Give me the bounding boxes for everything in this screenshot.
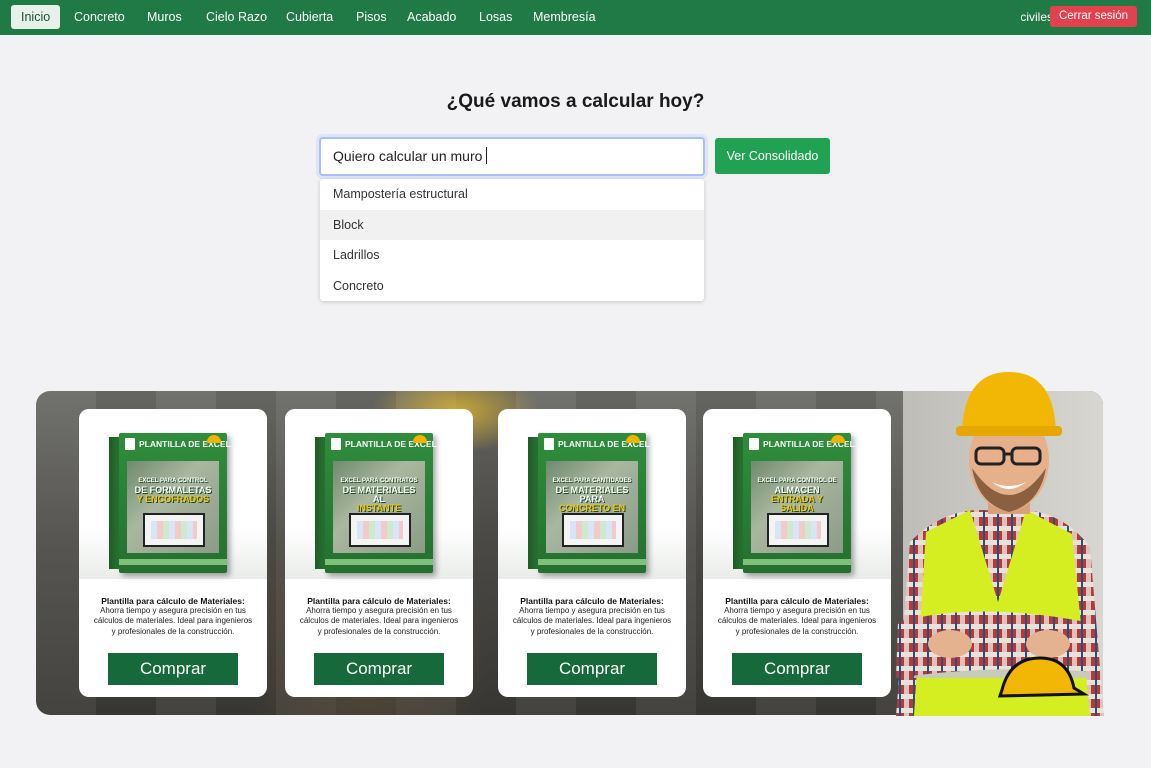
hardhat-icon	[626, 435, 640, 443]
product-box-line3: Y ENCOFRADOS	[136, 494, 210, 504]
card-description: Ahorra tiempo y asegura precisión en tus…	[299, 606, 459, 636]
product-box: PLANTILLA DE EXCEL EXCEL PARA CANTIDADES…	[538, 433, 650, 573]
product-box: PLANTILLA DE EXCEL EXCEL PARA CONTRATOS …	[325, 433, 437, 573]
nav-pisos[interactable]: Pisos	[346, 5, 397, 29]
construction-worker-image	[896, 372, 1104, 716]
text-caret	[486, 147, 488, 164]
card-description: Ahorra tiempo y asegura precisión en tus…	[93, 606, 253, 636]
card-title: Plantilla para cálculo de Materiales:	[520, 596, 664, 606]
product-box-headline: EXCEL PARA CONTRATOS DE MATERIALES AL IN…	[339, 477, 419, 513]
laptop-icon	[143, 513, 205, 547]
product-box-headline: EXCEL PARA CONTROL DE ALMACEN ENTRADA Y …	[757, 477, 837, 513]
nav-cielo-razo[interactable]: Cielo Razo	[196, 5, 277, 29]
product-box-line3: INSTANTE	[356, 503, 402, 513]
product-card: PLANTILLA DE EXCEL EXCEL PARA CONTRATOS …	[285, 409, 473, 697]
hardhat-icon	[831, 435, 845, 443]
hardhat-icon	[207, 435, 221, 443]
suggestion-item[interactable]: Mampostería estructural	[320, 179, 704, 210]
product-card: PLANTILLA DE EXCEL EXCEL PARA CONTROL DE…	[703, 409, 891, 697]
nav-acabado[interactable]: Acabado	[397, 5, 466, 29]
product-box-line2: DE MATERIALES AL	[342, 485, 416, 504]
nav-inicio[interactable]: Inicio	[11, 5, 61, 29]
product-image: PLANTILLA DE EXCEL EXCEL PARA CONTROL DE…	[703, 409, 891, 579]
nav-cubierta[interactable]: Cubierta	[276, 5, 343, 29]
card-description: Ahorra tiempo y asegura precisión en tus…	[512, 606, 672, 636]
buy-button[interactable]: Comprar	[527, 653, 657, 685]
product-box-stripe	[743, 559, 851, 565]
suggestion-item[interactable]: Concreto	[320, 271, 704, 302]
ver-consolidado-button[interactable]: Ver Consolidado	[715, 138, 830, 174]
nav-membresia[interactable]: Membresía	[523, 5, 606, 29]
search-input-value: Quiero calcular un muro	[333, 148, 483, 164]
product-box-stripe	[538, 559, 646, 565]
nav-concreto[interactable]: Concreto	[64, 5, 135, 29]
suggestions-dropdown: Mampostería estructural Block Ladrillos …	[320, 179, 704, 301]
username-label: civiles	[1020, 10, 1053, 24]
buy-button[interactable]: Comprar	[732, 653, 862, 685]
search-input[interactable]: Quiero calcular un muro	[319, 137, 705, 176]
excel-file-icon	[544, 438, 554, 450]
product-image: PLANTILLA DE EXCEL EXCEL PARA CONTRATOS …	[285, 409, 473, 579]
laptop-icon	[562, 513, 624, 547]
product-box: PLANTILLA DE EXCEL EXCEL PARA CONTROL DE…	[743, 433, 855, 573]
page-title: ¿Qué vamos a calcular hoy?	[446, 91, 705, 112]
product-card: PLANTILLA DE EXCEL EXCEL PARA CONTROL DE…	[79, 409, 267, 697]
nav-losas[interactable]: Losas	[469, 5, 522, 29]
laptop-icon	[767, 513, 829, 547]
product-box-stripe	[119, 559, 227, 565]
buy-button[interactable]: Comprar	[108, 653, 238, 685]
product-box-headline: EXCEL PARA CONTROL DE FORMALETAS Y ENCOF…	[133, 477, 213, 504]
nav-muros[interactable]: Muros	[137, 5, 192, 29]
suggestion-item[interactable]: Block	[320, 209, 704, 240]
product-image: PLANTILLA DE EXCEL EXCEL PARA CANTIDADES…	[498, 409, 686, 579]
card-title: Plantilla para cálculo de Materiales:	[725, 596, 869, 606]
product-box: PLANTILLA DE EXCEL EXCEL PARA CONTROL DE…	[119, 433, 231, 573]
hardhat-icon	[413, 435, 427, 443]
laptop-icon	[349, 513, 411, 547]
card-title: Plantilla para cálculo de Materiales:	[101, 596, 245, 606]
card-title: Plantilla para cálculo de Materiales:	[307, 596, 451, 606]
buy-button[interactable]: Comprar	[314, 653, 444, 685]
product-image: PLANTILLA DE EXCEL EXCEL PARA CONTROL DE…	[79, 409, 267, 579]
excel-file-icon	[331, 438, 341, 450]
product-box-line3: ENTRADA Y SALIDA	[770, 494, 823, 513]
product-card: PLANTILLA DE EXCEL EXCEL PARA CANTIDADES…	[498, 409, 686, 697]
excel-file-icon	[749, 438, 759, 450]
excel-file-icon	[125, 438, 135, 450]
card-description: Ahorra tiempo y asegura precisión en tus…	[717, 606, 877, 636]
product-box-stripe	[325, 559, 433, 565]
top-navbar: Inicio Concreto Muros Cielo Razo Cubiert…	[0, 0, 1151, 35]
suggestion-item[interactable]: Ladrillos	[320, 240, 704, 271]
logout-button[interactable]: Cerrar sesión	[1049, 6, 1137, 27]
product-box-line2: DE MATERIALES PARA	[555, 485, 629, 504]
